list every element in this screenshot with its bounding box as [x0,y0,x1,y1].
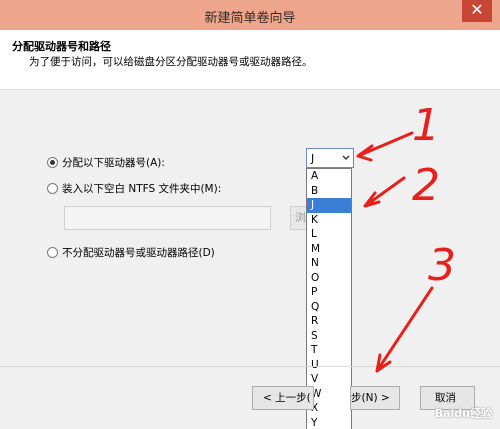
page-subtitle: 为了便于访问，可以给磁盘分区分配驱动器号或驱动器路径。 [29,56,313,68]
dropdown-item-a[interactable]: A [307,169,351,184]
dropdown-item-y[interactable]: Y [307,416,351,429]
radio-label: 分配以下驱动器号(A): [62,157,165,169]
arrow-1 [356,131,414,162]
radio-assign-letter[interactable]: 分配以下驱动器号(A): [47,155,165,170]
dropdown-item-q[interactable]: Q [307,300,351,315]
dropdown-item-o[interactable]: O [307,271,351,286]
arrow-2 [363,176,406,208]
annotation-number-2: 2 [412,160,440,211]
dropdown-item-u[interactable]: U [307,358,351,373]
dropdown-item-n[interactable]: N [307,256,351,271]
close-button[interactable]: ✕ [462,0,492,22]
footer-divider [0,366,500,367]
dropdown-item-k[interactable]: K [307,213,351,228]
radio-label: 不分配驱动器号或驱动器路径(D) [62,247,215,259]
radio-indicator[interactable] [47,183,58,194]
radio-label: 装入以下空白 NTFS 文件夹中(M): [62,183,222,195]
next-button[interactable]: 步(N) > [350,386,400,410]
dropdown-item-p[interactable]: P [307,285,351,300]
page-title: 分配驱动器号和路径 [12,40,111,53]
drive-letter-value: J [311,152,315,165]
dropdown-item-t[interactable]: T [307,343,351,358]
radio-indicator-selected[interactable] [47,157,58,168]
folder-path-input [64,206,271,230]
window-title: 新建简单卷向导 [204,11,296,26]
radio-no-assign[interactable]: 不分配驱动器号或驱动器路径(D) [47,245,215,260]
title-bar: 新建简单卷向导 ✕ [0,0,500,30]
arrow-3 [375,286,434,373]
radio-indicator[interactable] [47,247,58,258]
dropdown-item-s[interactable]: S [307,329,351,344]
chevron-down-icon [342,155,350,160]
wizard-header: 分配驱动器号和路径 为了便于访问，可以给磁盘分区分配驱动器号或驱动器路径。 [0,30,500,90]
dropdown-item-j[interactable]: J [307,198,351,213]
radio-mount-folder[interactable]: 装入以下空白 NTFS 文件夹中(M): [47,181,221,196]
drive-letter-select[interactable]: J [306,148,354,168]
dropdown-item-m[interactable]: M [307,242,351,257]
dropdown-item-r[interactable]: R [307,314,351,329]
watermark: Baidu经验 [434,407,492,420]
annotation-number-3: 3 [428,240,456,291]
annotation-number-1: 1 [412,100,440,151]
dropdown-item-l[interactable]: L [307,227,351,242]
back-button[interactable]: < 上一步( [252,386,314,410]
dropdown-item-v[interactable]: V [307,372,351,387]
dropdown-item-b[interactable]: B [307,184,351,199]
